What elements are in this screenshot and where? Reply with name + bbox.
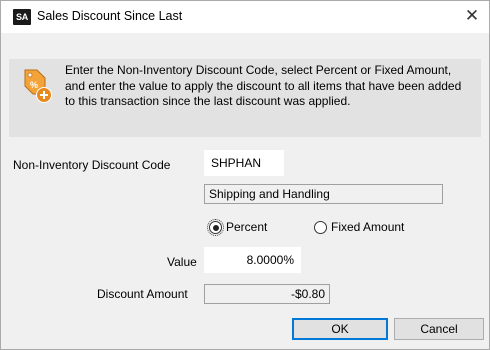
value-label: Value [167,255,197,269]
discount-description-field: Shipping and Handling [204,184,443,204]
svg-text:%: % [30,80,38,90]
fixed-amount-radio-label[interactable]: Fixed Amount [331,220,404,234]
app-logo-icon: SA [13,9,31,25]
value-input[interactable] [204,247,301,273]
cancel-button[interactable]: Cancel [394,318,484,340]
discount-code-label: Non-Inventory Discount Code [13,158,171,172]
percent-radio[interactable] [207,219,224,236]
title-bar[interactable]: SA Sales Discount Since Last ✕ [1,1,489,33]
discount-code-input[interactable] [204,150,284,176]
close-button[interactable]: ✕ [455,1,489,33]
discount-dialog: SA Sales Discount Since Last ✕ % Enter t… [0,0,490,350]
percent-radio-label[interactable]: Percent [226,220,267,234]
discount-tag-add-icon: % [24,69,52,103]
fixed-amount-radio[interactable] [314,221,327,234]
discount-amount-field: -$0.80 [204,284,330,304]
instructions-text: Enter the Non-Inventory Discount Code, s… [65,63,462,108]
ok-button[interactable]: OK [292,318,388,340]
discount-amount-label: Discount Amount [97,287,188,301]
window-title: Sales Discount Since Last [37,9,183,23]
